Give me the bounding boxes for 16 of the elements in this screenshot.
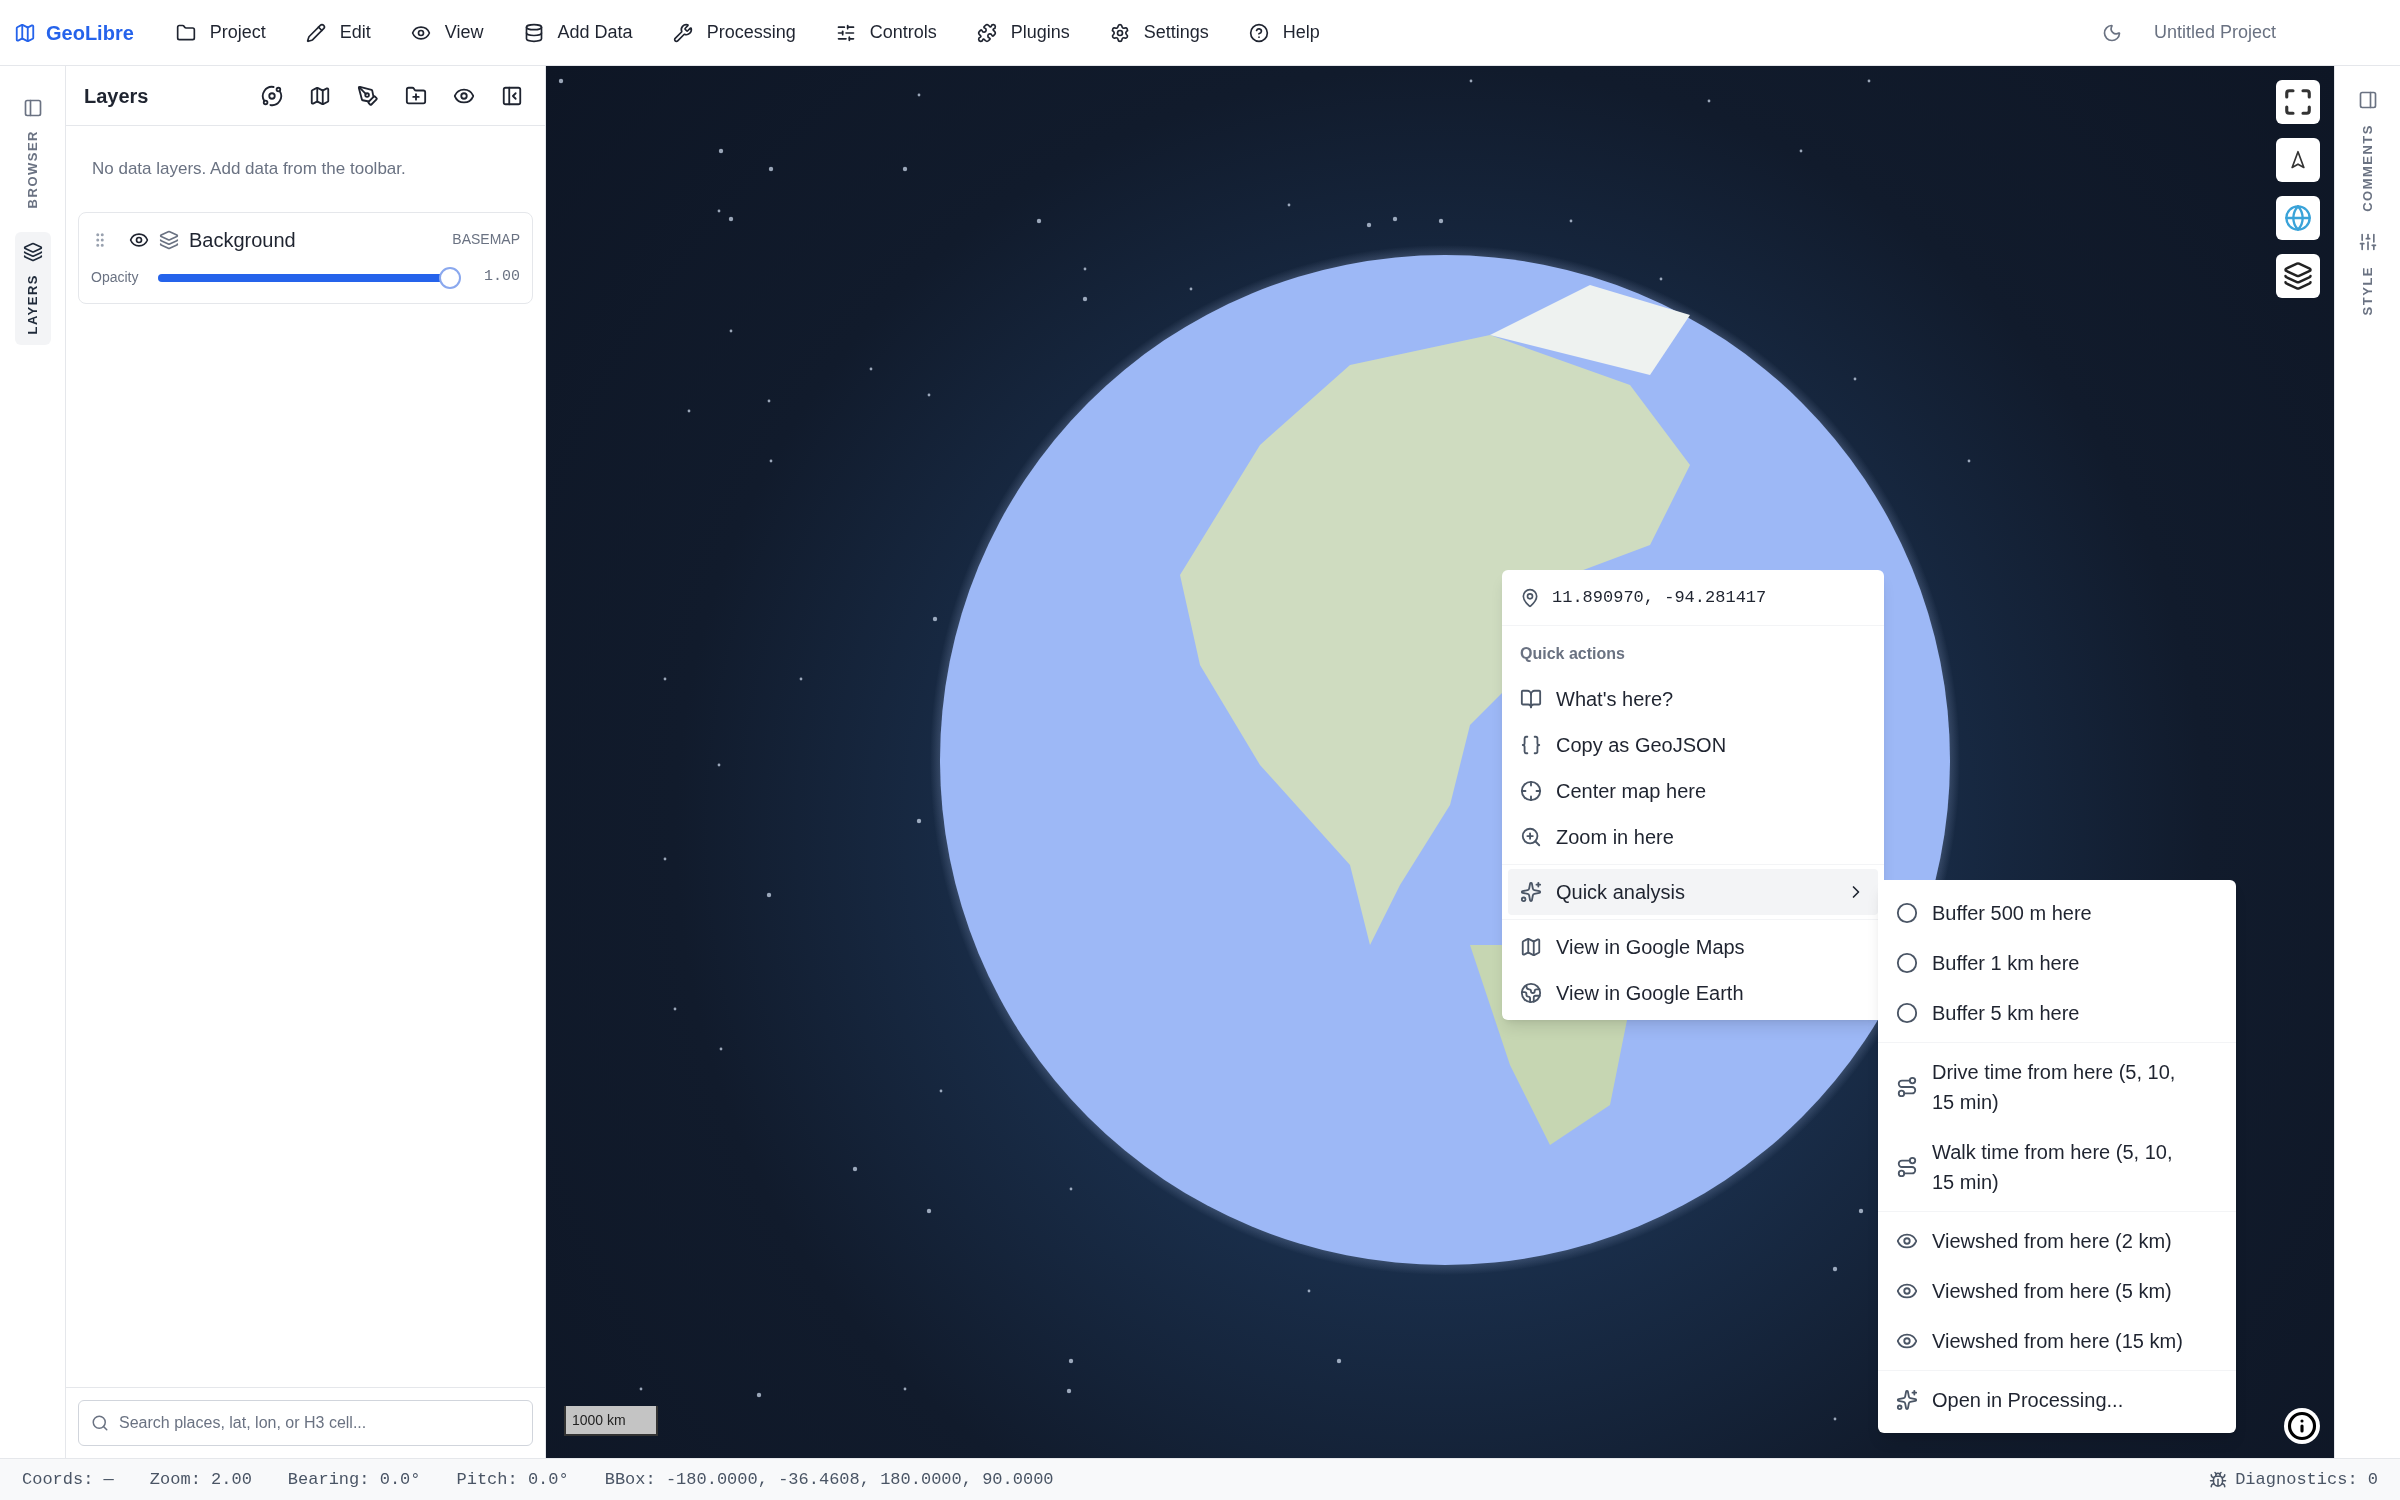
project-title: Untitled Project <box>2153 21 2276 44</box>
status-item: Zoom: 2.00 <box>149 1468 252 1491</box>
opacity-label: Opacity <box>91 268 139 287</box>
empty-message: No data layers. Add data from the toolbar. <box>91 158 407 180</box>
status-item: Pitch: 0.0° <box>456 1468 569 1491</box>
layer-name: Background <box>189 227 297 253</box>
status-item: BBox: -180.0000, -36.4608, 180.0000, 90.0000 <box>604 1468 1054 1491</box>
layer-type: BASEMAP <box>452 230 520 249</box>
section-heading: Quick actions <box>1519 644 1626 664</box>
opacity-value: 1.00 <box>484 267 520 288</box>
app-name: GeoLibre <box>46 20 134 46</box>
coordinates: 11.890970, -94.281417 <box>1552 586 1767 609</box>
panel-title: Layers <box>84 83 150 109</box>
status-item: Bearing: 0.0° <box>287 1468 421 1491</box>
status-item: Coords: — <box>22 1468 114 1491</box>
scale-bar: 1000 km <box>564 1406 658 1436</box>
